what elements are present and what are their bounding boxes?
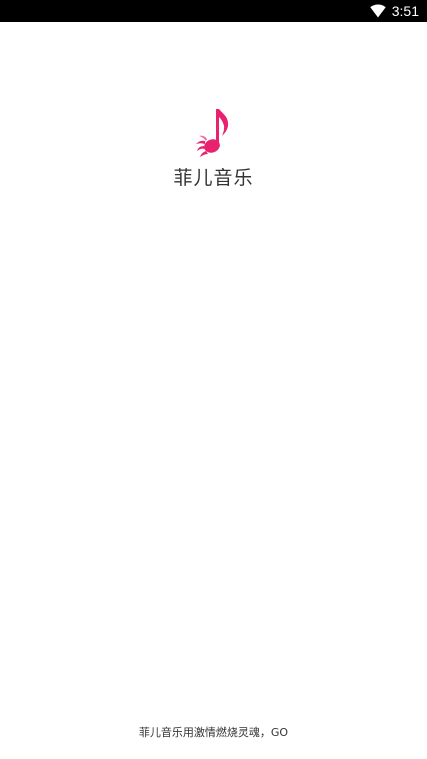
app-name: 菲儿音乐 [173,167,254,189]
status-icons: 3:51 [370,0,419,22]
splash-screen: 3:51 菲儿音乐 菲儿音乐用激情燃烧灵魂，GO [0,0,427,759]
music-note-flame-icon [195,109,228,157]
wifi-icon [370,4,386,18]
status-time: 3:51 [391,3,419,19]
splash-logo: 菲儿音乐 [0,106,427,190]
tagline: 菲儿音乐用激情燃烧灵魂，GO [138,726,289,739]
status-bar: 3:51 [0,0,427,22]
